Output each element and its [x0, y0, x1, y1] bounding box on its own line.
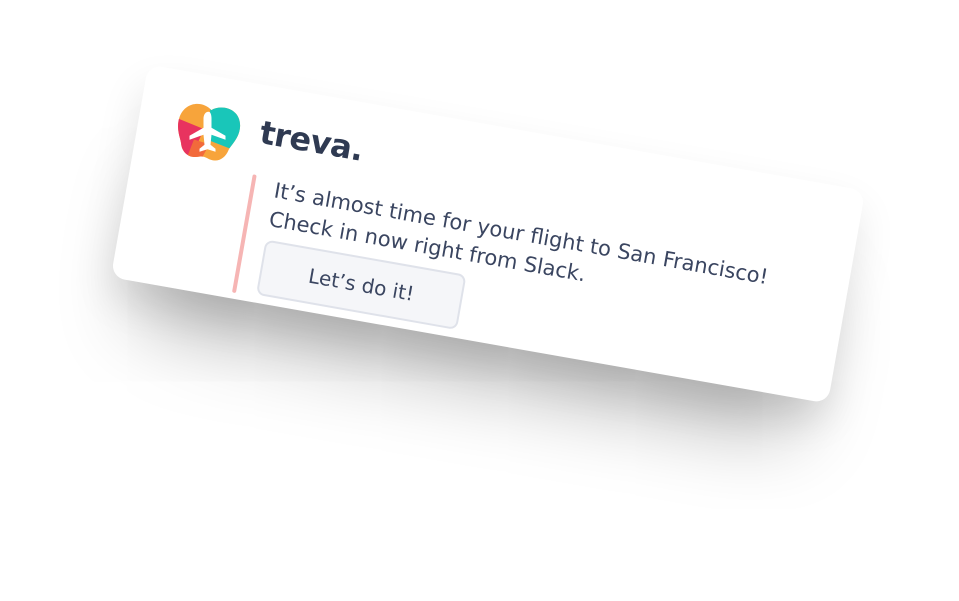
- stage: treva. It’s almost time for your flight …: [0, 0, 959, 601]
- notification-card: treva. It’s almost time for your flight …: [110, 64, 866, 404]
- plane-globe-icon: [172, 100, 243, 165]
- message-accent-bar: [231, 174, 257, 294]
- brand-name: treva.: [256, 113, 367, 169]
